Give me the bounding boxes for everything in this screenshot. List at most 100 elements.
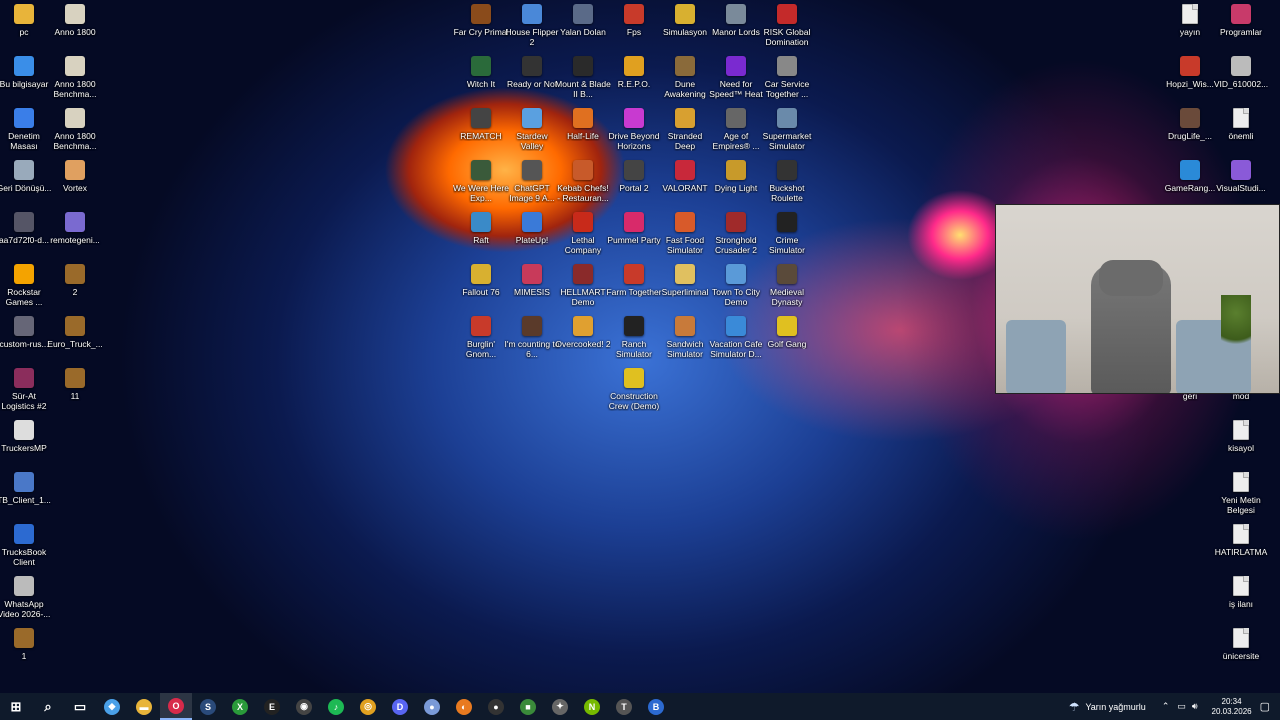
desktop-icon-half-life[interactable]: Half-Life [555, 108, 611, 141]
blender-icon[interactable]: ◐ [448, 693, 480, 720]
desktop-icon-whatsapp-video-2026[interactable]: WhatsApp Video 2026-... [0, 576, 52, 619]
desktop-icon-rockstar-games[interactable]: Rockstar Games ... [0, 264, 52, 307]
opera-gx-icon[interactable]: O [160, 693, 192, 720]
desktop-icon-truckersmp[interactable]: TruckersMP [0, 420, 52, 453]
copilot-icon[interactable]: ◆ [96, 693, 128, 720]
desktop-icon-vid-610002[interactable]: VID_610002... [1213, 56, 1269, 89]
desktop-icon-construction-crew-demo[interactable]: Construction Crew (Demo) [606, 368, 662, 411]
desktop-icon-yalan-dolan[interactable]: Yalan Dolan [555, 4, 611, 37]
desktop-icon-i-m-counting-to-6[interactable]: I'm counting to 6... [504, 316, 560, 359]
network-icon[interactable]: ▭ [1177, 701, 1186, 712]
obs-studio-icon[interactable]: ● [480, 693, 512, 720]
spotify-icon[interactable]: ♪ [320, 693, 352, 720]
desktop-icon-custom-rus[interactable]: custom-rus... [0, 316, 52, 349]
desktop-icon-car-service-together[interactable]: Car Service Together ... [759, 56, 815, 99]
desktop-icon-2[interactable]: 2 [47, 264, 103, 297]
search-icon[interactable]: ⌕ [32, 693, 64, 720]
desktop-icon-tb-client-1[interactable]: TB_Client_1... [0, 472, 52, 505]
desktop-icon-fallout-76[interactable]: Fallout 76 [453, 264, 509, 297]
minecraft-icon[interactable]: ■ [512, 693, 544, 720]
desktop-icon-kisayol[interactable]: kisayol [1213, 420, 1269, 453]
desktop-icon-drive-beyond-horizons[interactable]: Drive Beyond Horizons [606, 108, 662, 151]
desktop-icon-anno-1800-benchma[interactable]: Anno 1800 Benchma... [47, 108, 103, 151]
desktop-icon-s-r-at-logistics-2[interactable]: Sür-At Logistics #2 [0, 368, 52, 411]
desktop-icon-ready-or-not[interactable]: Ready or Not [504, 56, 560, 89]
desktop-icon-denetim-masas[interactable]: Denetim Masası [0, 108, 52, 151]
desktop-icon-valorant[interactable]: VALORANT [657, 160, 713, 193]
desktop-icon-nicersite[interactable]: ünicersite [1213, 628, 1269, 661]
desktop-icon-mimesis[interactable]: MIMESIS [504, 264, 560, 297]
desktop-icon-r-e-p-o[interactable]: R.E.P.O. [606, 56, 662, 89]
inkscape-icon[interactable]: ✦ [544, 693, 576, 720]
desktop-icon-visualstudi[interactable]: VisualStudi... [1213, 160, 1269, 193]
desktop-icon-dune-awakening[interactable]: Dune Awakening [657, 56, 713, 99]
truckersmp-icon[interactable]: T [608, 693, 640, 720]
desktop-icon-risk-global-domination[interactable]: RISK Global Domination [759, 4, 815, 47]
app-icon[interactable]: ● [416, 693, 448, 720]
xbox-icon[interactable]: X [224, 693, 256, 720]
chrome-icon[interactable]: ◎ [352, 693, 384, 720]
desktop-icon-chatgpt-image-9-a[interactable]: ChatGPT Image 9 A... [504, 160, 560, 203]
desktop-icon-11[interactable]: 11 [47, 368, 103, 401]
desktop-icon-sandwich-simulator[interactable]: Sandwich Simulator [657, 316, 713, 359]
desktop-icon-far-cry-primal[interactable]: Far Cry Primal [453, 4, 509, 37]
desktop-icon-farm-together[interactable]: Farm Together [606, 264, 662, 297]
desktop-icon-vacation-cafe-simulator-d[interactable]: Vacation Cafe Simulator D... [708, 316, 764, 359]
desktop-icon-need-for-speed-heat[interactable]: Need for Speed™ Heat [708, 56, 764, 99]
file-explorer-icon[interactable]: ▬ [128, 693, 160, 720]
weather-text[interactable]: Yarın yağmurlu [1085, 702, 1145, 712]
desktop-icon-trucksbook-client[interactable]: TrucksBook Client [0, 524, 52, 567]
desktop-icon-supermarket-simulator[interactable]: Supermarket Simulator [759, 108, 815, 151]
desktop-icon-buckshot-roulette[interactable]: Buckshot Roulette [759, 160, 815, 203]
notifications-icon[interactable]: ▢ [1260, 700, 1270, 713]
desktop-icon-hellmart-demo[interactable]: HELLMART Demo [555, 264, 611, 307]
nvidia-icon[interactable]: N [576, 693, 608, 720]
desktop-icon-raft[interactable]: Raft [453, 212, 509, 245]
desktop-icon-vortex[interactable]: Vortex [47, 160, 103, 193]
desktop-icon-stardew-valley[interactable]: Stardew Valley [504, 108, 560, 151]
desktop-icon-stranded-deep[interactable]: Stranded Deep [657, 108, 713, 151]
desktop-icon-golf-gang[interactable]: Golf Gang [759, 316, 815, 349]
desktop-icon-fast-food-simulator[interactable]: Fast Food Simulator [657, 212, 713, 255]
volume-icon[interactable]: 🔊︎ [1192, 701, 1198, 712]
desktop-icon-mount-blade-ii-b[interactable]: Mount & Blade II B... [555, 56, 611, 99]
desktop-icon-anno-1800-benchma[interactable]: Anno 1800 Benchma... [47, 56, 103, 99]
start-button[interactable]: ⊞ [0, 693, 32, 720]
desktop-icon-portal-2[interactable]: Portal 2 [606, 160, 662, 193]
weather-icon[interactable]: ☂ [1069, 700, 1080, 714]
discord-icon[interactable]: D [384, 693, 416, 720]
desktop-icon-geri-d-n[interactable]: Geri Dönüşü... [0, 160, 52, 193]
desktop-icon-remotegeni[interactable]: remotegeni... [47, 212, 103, 245]
desktop-icon-bu-bilgisayar[interactable]: Bu bilgisayar [0, 56, 52, 89]
desktop-icon-programlar[interactable]: Programlar [1213, 4, 1269, 37]
desktop-icon-lethal-company[interactable]: Lethal Company [555, 212, 611, 255]
desktop-icon-age-of-empires[interactable]: Age of Empires® ... [708, 108, 764, 151]
desktop-icon-plateup[interactable]: PlateUp! [504, 212, 560, 245]
desktop-icon-yeni-metin-belgesi[interactable]: Yeni Metin Belgesi [1213, 472, 1269, 515]
desktop-icon-crime-simulator[interactable]: Crime Simulator [759, 212, 815, 255]
desktop-icon-anno-1800[interactable]: Anno 1800 [47, 4, 103, 37]
desktop-icon-overcooked-2[interactable]: Overcooked! 2 [555, 316, 611, 349]
trucksbook-icon[interactable]: B [640, 693, 672, 720]
clock[interactable]: 20:34 20.03.2026 [1212, 697, 1252, 717]
desktop-icon-dying-light[interactable]: Dying Light [708, 160, 764, 193]
desktop-icon-euro-truck[interactable]: Euro_Truck_... [47, 316, 103, 349]
tray-chevron-icon[interactable]: ⌃ [1162, 701, 1170, 712]
desktop-icon-kebab-chefs-restauran[interactable]: Kebab Chefs! - Restauran... [555, 160, 611, 203]
desktop-icon-nemli[interactable]: önemli [1213, 108, 1269, 141]
task-view-icon[interactable]: ▭ [64, 693, 96, 720]
desktop-icon-house-flipper-2[interactable]: House Flipper 2 [504, 4, 560, 47]
desktop-icon-simulasyon[interactable]: Simulasyon [657, 4, 713, 37]
desktop-icon-gamerang[interactable]: GameRang... [1162, 160, 1218, 193]
obs-icon[interactable]: ◉ [288, 693, 320, 720]
desktop-icon-aa7d72f0-d[interactable]: aa7d72f0-d... [0, 212, 52, 245]
desktop-icon-yay-n[interactable]: yayın [1162, 4, 1218, 37]
desktop-icon-fps[interactable]: Fps [606, 4, 662, 37]
desktop-icon-pc[interactable]: pc [0, 4, 52, 37]
desktop-icon-pummel-party[interactable]: Pummel Party [606, 212, 662, 245]
desktop-icon-druglife[interactable]: DrugLife_... [1162, 108, 1218, 141]
desktop-icon-rematch[interactable]: REMATCH [453, 108, 509, 141]
desktop-icon-manor-lords[interactable]: Manor Lords [708, 4, 764, 37]
desktop-icon-witch-it[interactable]: Witch It [453, 56, 509, 89]
desktop-icon-i-ilan[interactable]: iş ilanı [1213, 576, 1269, 609]
